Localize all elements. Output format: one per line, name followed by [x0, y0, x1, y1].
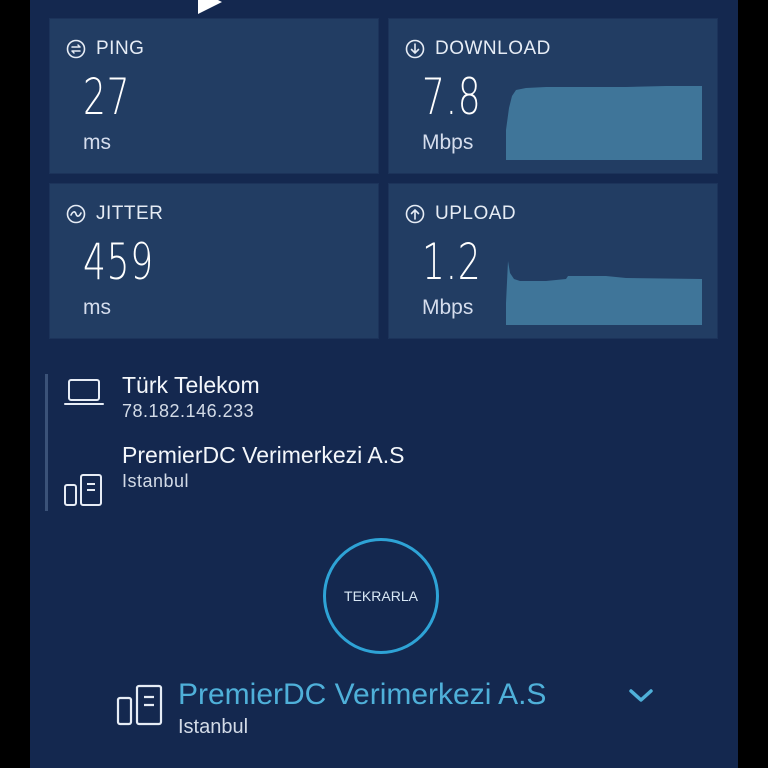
jitter-card: JITTER 459 ms — [49, 183, 379, 339]
provider-name: Türk Telekom — [122, 372, 260, 398]
host-info: PremierDC Verimerkezi A.S Istanbul — [122, 442, 404, 492]
download-graph — [506, 86, 702, 160]
host-name: PremierDC Verimerkezi A.S — [122, 442, 405, 468]
server-icon — [64, 474, 102, 506]
provider-ip: 78.182.146.233 — [122, 401, 255, 421]
jitter-unit: ms — [83, 296, 111, 319]
download-unit: Mbps — [422, 131, 474, 154]
download-value: 7.8 — [422, 68, 482, 126]
download-card: DOWNLOAD 7.8 Mbps — [388, 18, 718, 174]
retry-button[interactable]: TEKRARLA — [323, 538, 439, 654]
provider-info: Türk Telekom 78.182.146.233 — [122, 372, 260, 422]
laptop-icon — [64, 379, 104, 405]
ping-icon — [66, 39, 86, 59]
ping-unit: ms — [83, 131, 111, 154]
upload-unit: Mbps — [422, 296, 474, 319]
download-icon — [405, 39, 425, 59]
ping-card: PING 27 ms — [49, 18, 379, 174]
upload-graph — [506, 261, 702, 325]
ping-value: 27 — [83, 68, 131, 126]
info-divider — [45, 374, 48, 511]
host-city: Istanbul — [122, 471, 190, 491]
upload-label: UPLOAD — [435, 203, 517, 224]
ping-label: PING — [96, 38, 145, 59]
chevron-down-icon[interactable] — [628, 688, 654, 704]
download-label: DOWNLOAD — [435, 38, 551, 59]
selected-server-icon[interactable] — [116, 684, 164, 728]
upload-value: 1.2 — [422, 233, 482, 291]
jitter-value: 459 — [83, 233, 154, 291]
upload-card: UPLOAD 1.2 Mbps — [388, 183, 718, 339]
jitter-icon — [66, 204, 86, 224]
speed-test-screen: PING 27 ms DOWNLOAD 7.8 Mbps JITTER 459 — [30, 0, 738, 768]
upload-icon — [405, 204, 425, 224]
jitter-label: JITTER — [96, 203, 164, 224]
selected-server-name[interactable]: PremierDC Verimerkezi A.S — [178, 678, 546, 712]
play-icon — [198, 0, 222, 14]
selected-server-city: Istanbul — [178, 716, 249, 738]
